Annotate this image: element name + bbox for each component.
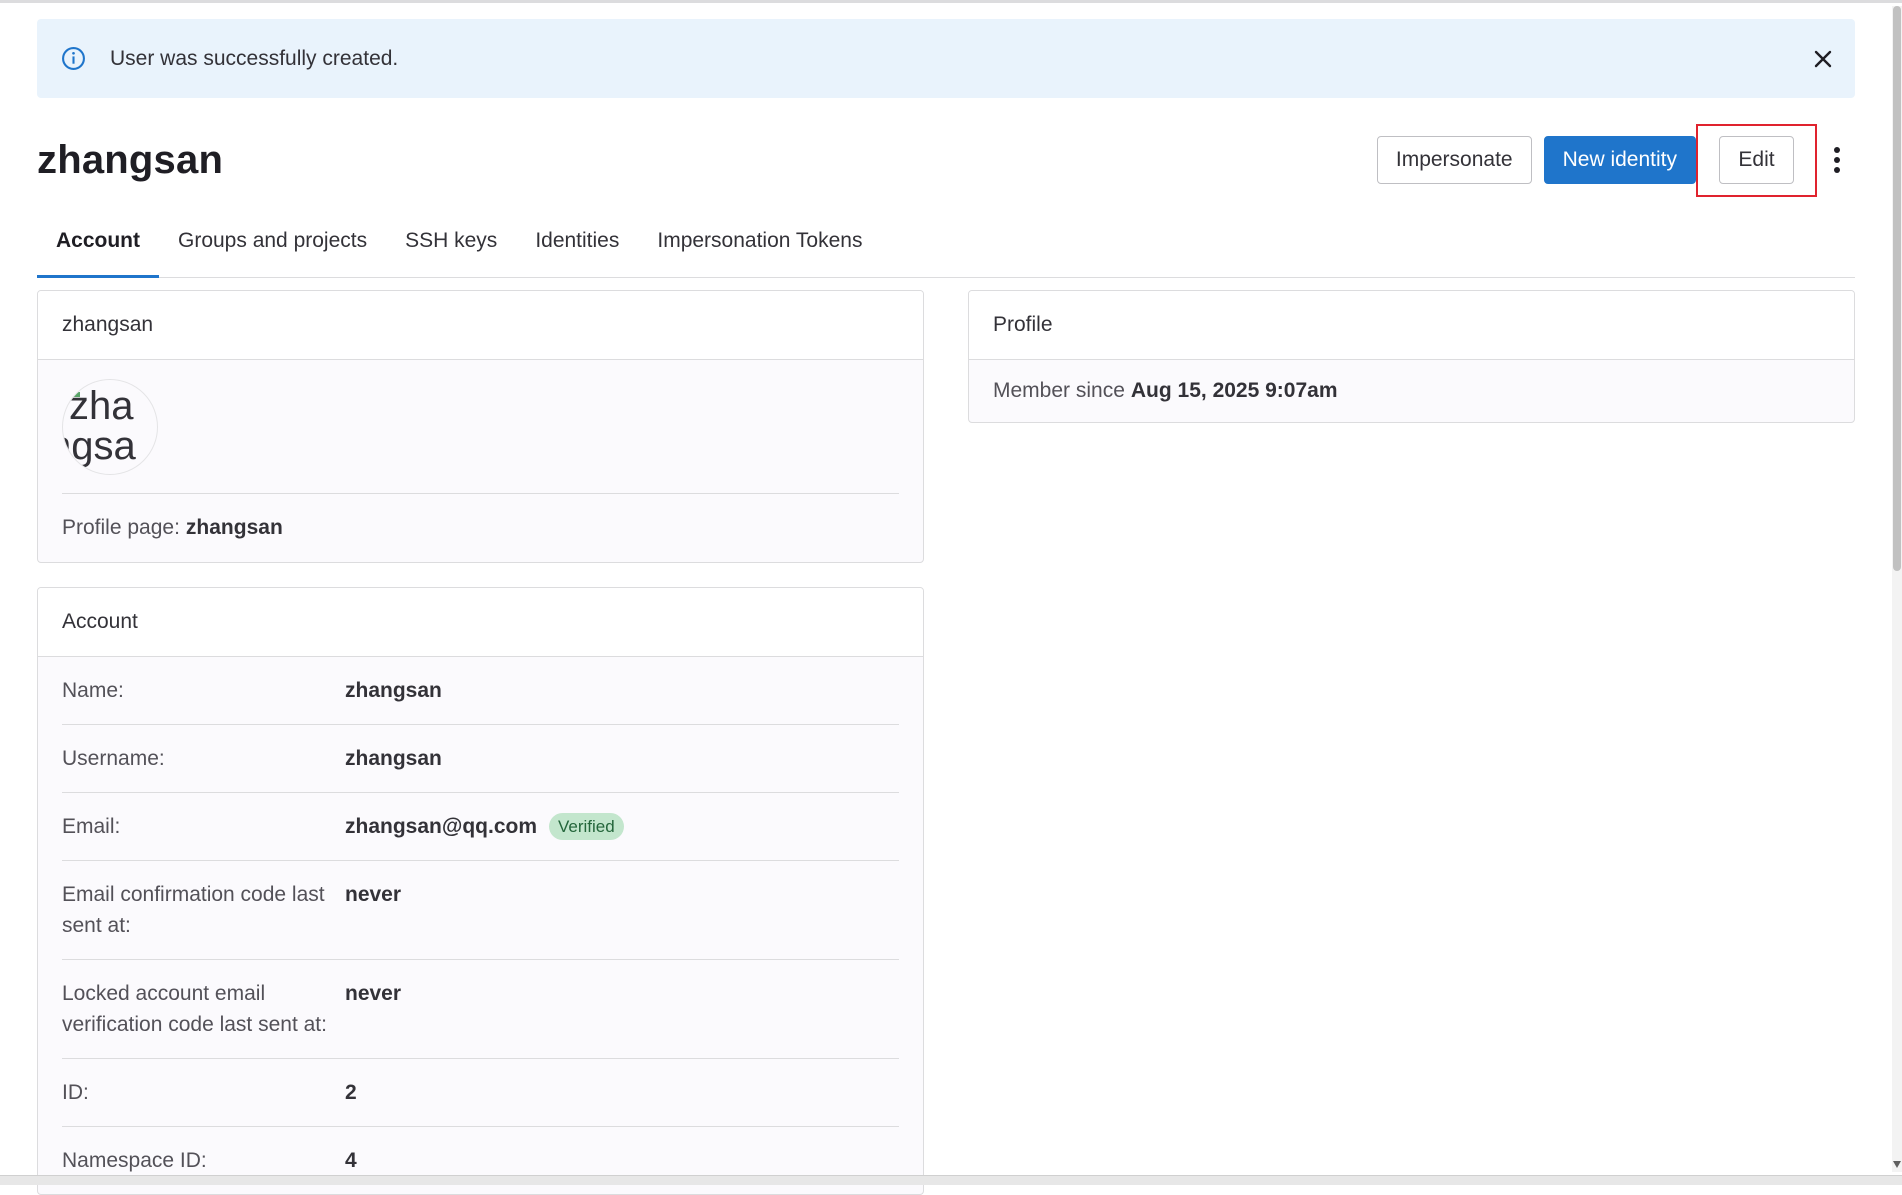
account-card-header: Account — [38, 588, 923, 657]
info-row-name: Name: zhangsan — [62, 657, 899, 725]
info-row-locked-account: Locked account email verification code l… — [62, 960, 899, 1059]
info-row-username: Username: zhangsan — [62, 725, 899, 793]
info-circle-icon — [62, 47, 85, 70]
alert-close-button[interactable] — [1805, 41, 1841, 77]
user-tabs: Account Groups and projects SSH keys Ide… — [37, 204, 1855, 278]
alert-message: User was successfully created. — [110, 46, 399, 70]
user-card: zhangsan zha ngsa Profile page: zhangsan — [37, 290, 924, 563]
info-row-id: ID: 2 — [62, 1059, 899, 1127]
edit-button[interactable]: Edit — [1719, 136, 1794, 184]
impersonate-button[interactable]: Impersonate — [1376, 136, 1532, 184]
user-admin-page: User was successfully created. zhangsan … — [37, 19, 1855, 1195]
content-columns: zhangsan zha ngsa Profile page: zhangsan — [37, 290, 1855, 1195]
member-since-line: Member since Aug 15, 2025 9:07am — [993, 360, 1830, 422]
new-identity-button[interactable]: New identity — [1543, 136, 1696, 184]
vertical-scrollbar[interactable] — [1892, 6, 1902, 1172]
avatar-alt-text: zha — [69, 383, 134, 428]
kebab-vertical-icon — [1834, 147, 1840, 153]
scroll-down-arrow-icon[interactable] — [1893, 1161, 1901, 1168]
right-column: Profile Member since Aug 15, 2025 9:07am — [968, 290, 1855, 1195]
scrollbar-thumb[interactable] — [1893, 6, 1901, 571]
close-icon — [1814, 50, 1832, 67]
profile-card-header: Profile — [969, 291, 1854, 360]
info-row-email: Email: zhangsan@qq.com Verified — [62, 793, 899, 861]
account-info-list: Name: zhangsan Username: zhangsan Email:… — [38, 657, 923, 1194]
tab-account[interactable]: Account — [37, 204, 159, 278]
browser-viewport: User was successfully created. zhangsan … — [0, 0, 1902, 1195]
more-actions-button[interactable] — [1819, 136, 1855, 184]
profile-page-label: Profile page: — [62, 516, 180, 539]
user-card-header: zhangsan — [38, 291, 923, 360]
profile-page-line: Profile page: zhangsan — [62, 494, 899, 562]
tab-identities[interactable]: Identities — [516, 204, 638, 277]
page-title: zhangsan — [37, 137, 224, 182]
verified-badge: Verified — [549, 813, 624, 840]
avatar-alt-text-wrap: ngsa — [63, 423, 136, 468]
flash-alert: User was successfully created. — [37, 19, 1855, 98]
edit-highlight-box: Edit — [1696, 123, 1817, 197]
page-header: zhangsan Impersonate New identity Edit — [37, 123, 1855, 197]
tab-groups-and-projects[interactable]: Groups and projects — [159, 204, 386, 277]
avatar[interactable]: zha ngsa — [62, 378, 158, 475]
info-row-email-confirmation: Email confirmation code last sent at: ne… — [62, 861, 899, 960]
email-link[interactable]: zhangsan@qq.com — [345, 811, 537, 842]
profile-page-link[interactable]: zhangsan — [186, 516, 283, 540]
tab-impersonation-tokens[interactable]: Impersonation Tokens — [638, 204, 881, 277]
bottom-edge — [0, 1175, 1902, 1185]
member-since-value: Aug 15, 2025 9:07am — [1130, 379, 1338, 402]
left-column: zhangsan zha ngsa Profile page: zhangsan — [37, 290, 924, 1195]
account-card: Account Name: zhangsan Username: zhangsa… — [37, 587, 924, 1195]
profile-card: Profile Member since Aug 15, 2025 9:07am — [968, 290, 1855, 423]
member-since-label: Member since — [993, 379, 1125, 402]
tab-ssh-keys[interactable]: SSH keys — [386, 204, 516, 277]
